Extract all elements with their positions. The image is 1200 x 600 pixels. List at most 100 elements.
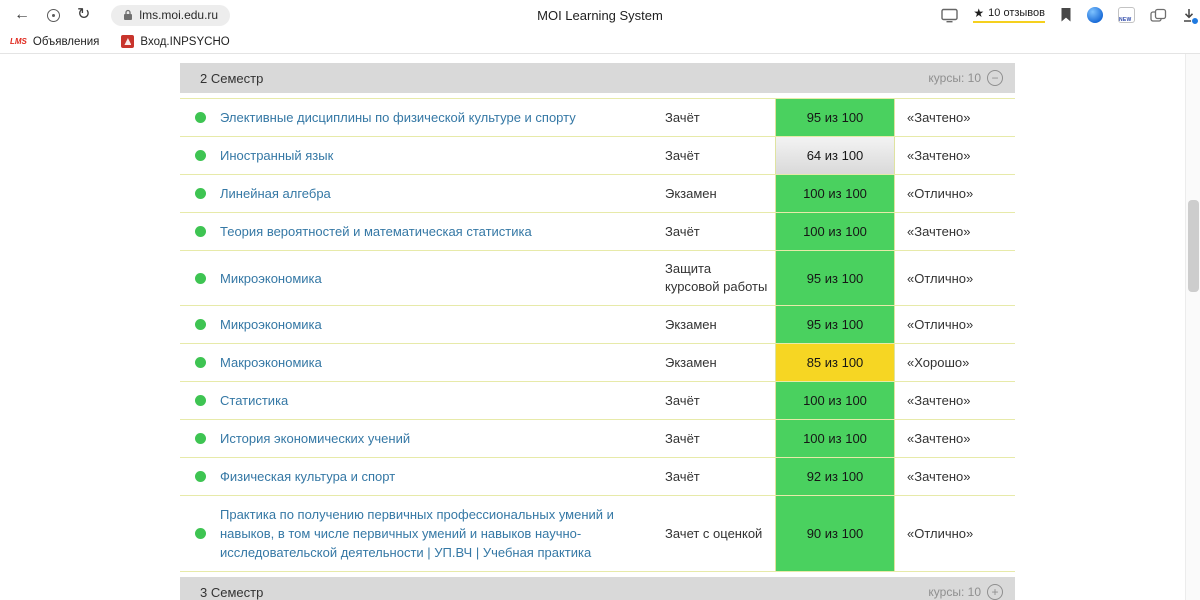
bookmarks-bar: LMS Объявления Вход.INPSYCHO bbox=[0, 30, 1200, 54]
bookmark-label: Объявления bbox=[32, 35, 100, 48]
grade-label: «Зачтено» bbox=[907, 224, 971, 239]
course-link[interactable]: Микроэкономика bbox=[220, 271, 322, 286]
course-link[interactable]: Практика по получению первичных професси… bbox=[220, 507, 614, 560]
courses-count: курсы: 10 bbox=[928, 585, 981, 599]
course-status bbox=[180, 433, 220, 444]
collapse-icon[interactable]: − bbox=[987, 70, 1003, 86]
grade-label: «Отлично» bbox=[907, 270, 974, 286]
course-status bbox=[180, 357, 220, 368]
course-status bbox=[180, 112, 220, 123]
course-status bbox=[180, 150, 220, 161]
course-status bbox=[180, 471, 220, 482]
score-cell: 90 из 100 bbox=[775, 496, 895, 571]
course-link[interactable]: Статистика bbox=[220, 393, 288, 408]
grades-page: 2 Семестр курсы: 10 − Элективные дисципл… bbox=[180, 54, 1015, 600]
course-link[interactable]: Микроэкономика bbox=[220, 317, 322, 332]
score-cell: 95 из 100 bbox=[775, 99, 895, 136]
table-row: Статистика Зачёт 100 из 100 «Зачтено» bbox=[180, 382, 1015, 420]
assessment-type: Экзамен bbox=[665, 354, 717, 370]
browser-menu-icon[interactable] bbox=[47, 8, 60, 22]
course-status bbox=[180, 395, 220, 406]
star-icon: ★ bbox=[973, 6, 985, 20]
score-cell: 100 из 100 bbox=[775, 382, 895, 419]
vertical-scrollbar bbox=[1185, 54, 1200, 600]
green-dot-icon bbox=[194, 395, 206, 406]
table-row: Иностранный язык Зачёт 64 из 100 «Зачтен… bbox=[180, 137, 1015, 175]
assessment-type: Экзамен bbox=[665, 185, 717, 201]
reviews-rating[interactable]: ★ 10 отзывов bbox=[973, 7, 1045, 23]
screen-cast-icon[interactable] bbox=[941, 8, 959, 23]
course-link[interactable]: Иностранный язык bbox=[220, 148, 333, 163]
assessment-type: Экзамен bbox=[665, 316, 717, 332]
course-link[interactable]: Линейная алгебра bbox=[220, 186, 331, 201]
course-link[interactable]: Теория вероятностей и математическая ста… bbox=[220, 224, 532, 239]
course-link[interactable]: История экономических учений bbox=[220, 431, 410, 446]
table-row: Физическая культура и спорт Зачёт 92 из … bbox=[180, 458, 1015, 496]
collections-icon[interactable] bbox=[1150, 8, 1167, 23]
score-cell: 100 из 100 bbox=[775, 175, 895, 212]
reviews-count: 10 отзывов bbox=[988, 7, 1045, 19]
extension-browser-icon[interactable] bbox=[1087, 7, 1103, 23]
extension-new-icon[interactable]: NEW bbox=[1118, 7, 1135, 23]
score-cell: 64 из 100 bbox=[775, 137, 895, 174]
semester-label: 3 Семестр bbox=[200, 584, 264, 600]
expand-icon[interactable]: + bbox=[987, 584, 1003, 600]
table-row: Практика по получению первичных професси… bbox=[180, 496, 1015, 572]
table-row: Теория вероятностей и математическая ста… bbox=[180, 213, 1015, 251]
browser-toolbar: ← ↻ lms.moi.edu.ru MOI Learning System ★… bbox=[0, 0, 1200, 30]
green-dot-icon bbox=[194, 112, 206, 123]
bookmark-inpsycho[interactable]: Вход.INPSYCHO bbox=[121, 35, 230, 48]
grades-table: Элективные дисциплины по физической куль… bbox=[180, 98, 1015, 572]
grade-label: «Зачтено» bbox=[907, 431, 971, 446]
grade-label: «Отлично» bbox=[907, 186, 974, 201]
lock-icon bbox=[123, 9, 133, 21]
score-cell: 95 из 100 bbox=[775, 251, 895, 305]
score-cell: 92 из 100 bbox=[775, 458, 895, 495]
course-link[interactable]: Элективные дисциплины по физической куль… bbox=[220, 110, 576, 125]
green-dot-icon bbox=[194, 226, 206, 237]
semester-2-header: 2 Семестр курсы: 10 − bbox=[180, 63, 1015, 93]
semester-label: 2 Семестр bbox=[200, 70, 264, 86]
address-bar[interactable]: lms.moi.edu.ru bbox=[111, 4, 231, 26]
green-dot-icon bbox=[194, 528, 206, 539]
assessment-type: Зачёт bbox=[665, 468, 700, 484]
table-row: Линейная алгебра Экзамен 100 из 100 «Отл… bbox=[180, 175, 1015, 213]
green-dot-icon bbox=[194, 188, 206, 199]
lms-favicon: LMS bbox=[10, 37, 27, 46]
semester-3-header: 3 Семестр курсы: 10 + bbox=[180, 577, 1015, 600]
grade-label: «Зачтено» bbox=[907, 148, 971, 163]
green-dot-icon bbox=[194, 272, 206, 284]
grade-label: «Отлично» bbox=[907, 526, 974, 541]
course-link[interactable]: Макроэкономика bbox=[220, 355, 322, 370]
bookmark-flag-icon[interactable] bbox=[1060, 8, 1072, 22]
assessment-type: Зачет с оценкой bbox=[665, 525, 763, 541]
assessment-type: Зачёт bbox=[665, 147, 700, 163]
course-status bbox=[180, 188, 220, 199]
score-cell: 95 из 100 bbox=[775, 306, 895, 343]
refresh-icon[interactable]: ↻ bbox=[77, 7, 90, 23]
grade-label: «Зачтено» bbox=[907, 469, 971, 484]
green-dot-icon bbox=[194, 319, 206, 330]
score-cell: 85 из 100 bbox=[775, 344, 895, 381]
course-link[interactable]: Физическая культура и спорт bbox=[220, 469, 395, 484]
back-icon[interactable]: ← bbox=[14, 7, 30, 23]
downloads-icon[interactable] bbox=[1182, 8, 1199, 25]
green-dot-icon bbox=[194, 357, 206, 368]
assessment-type: Зачёт bbox=[665, 223, 700, 239]
download-badge bbox=[1191, 16, 1199, 25]
table-row: Макроэкономика Экзамен 85 из 100 «Хорошо… bbox=[180, 344, 1015, 382]
green-dot-icon bbox=[194, 471, 206, 482]
course-status bbox=[180, 272, 220, 284]
new-badge: NEW bbox=[1119, 17, 1132, 23]
score-cell: 100 из 100 bbox=[775, 213, 895, 250]
table-row: История экономических учений Зачёт 100 и… bbox=[180, 420, 1015, 458]
table-row: Микроэкономика Защита курсовой работы 95… bbox=[180, 251, 1015, 306]
course-status bbox=[180, 319, 220, 330]
score-cell: 100 из 100 bbox=[775, 420, 895, 457]
assessment-type: Защита курсовой работы bbox=[665, 261, 768, 294]
scrollbar-thumb[interactable] bbox=[1188, 200, 1199, 292]
grade-label: «Зачтено» bbox=[907, 393, 971, 408]
bookmark-announcements[interactable]: LMS Объявления bbox=[10, 36, 99, 48]
course-status bbox=[180, 528, 220, 539]
course-status bbox=[180, 226, 220, 237]
